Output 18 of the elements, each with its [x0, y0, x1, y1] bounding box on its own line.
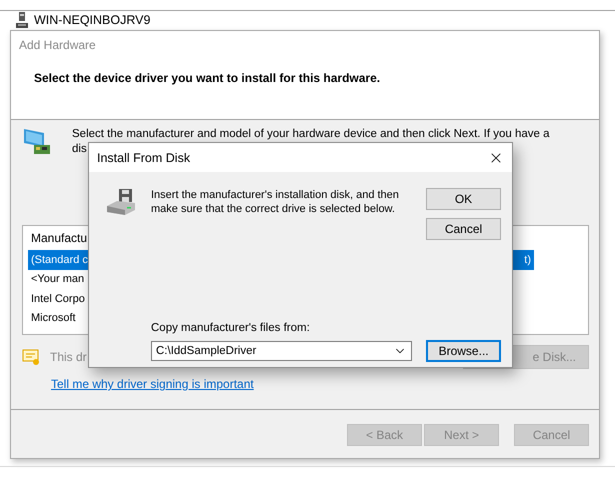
- disk-drive-icon: [105, 188, 137, 216]
- instruction-text: dis: [72, 142, 87, 157]
- hardware-card-icon: [22, 127, 52, 157]
- driver-signing-link[interactable]: Tell me why driver signing is important: [51, 377, 254, 391]
- path-combo-box[interactable]: C:\IddSampleDriver: [151, 341, 412, 361]
- tree-item[interactable]: WIN-NEQINBOJRV9: [34, 13, 150, 27]
- ok-button[interactable]: OK: [426, 188, 501, 210]
- certificate-icon: [22, 348, 40, 366]
- dialog-title: Install From Disk: [97, 150, 190, 164]
- signing-note: This dr: [50, 350, 87, 364]
- list-header: Manufactu: [31, 230, 88, 247]
- browse-button[interactable]: Browse...: [426, 340, 501, 362]
- dialog-message: Insert the manufacturer's installation disk, and then make sure that the correct drive is selected below.: [151, 188, 400, 216]
- window-title: Add Hardware: [19, 38, 96, 52]
- path-label: Copy manufacturer's files from:: [151, 322, 310, 334]
- cancel-button[interactable]: Cancel: [426, 218, 501, 240]
- instruction-text: Select the manufacturer and model of your hardware device and then click Next. If you have a: [72, 127, 550, 142]
- wizard-heading: Select the device driver you want to install for this hardware.: [34, 71, 380, 85]
